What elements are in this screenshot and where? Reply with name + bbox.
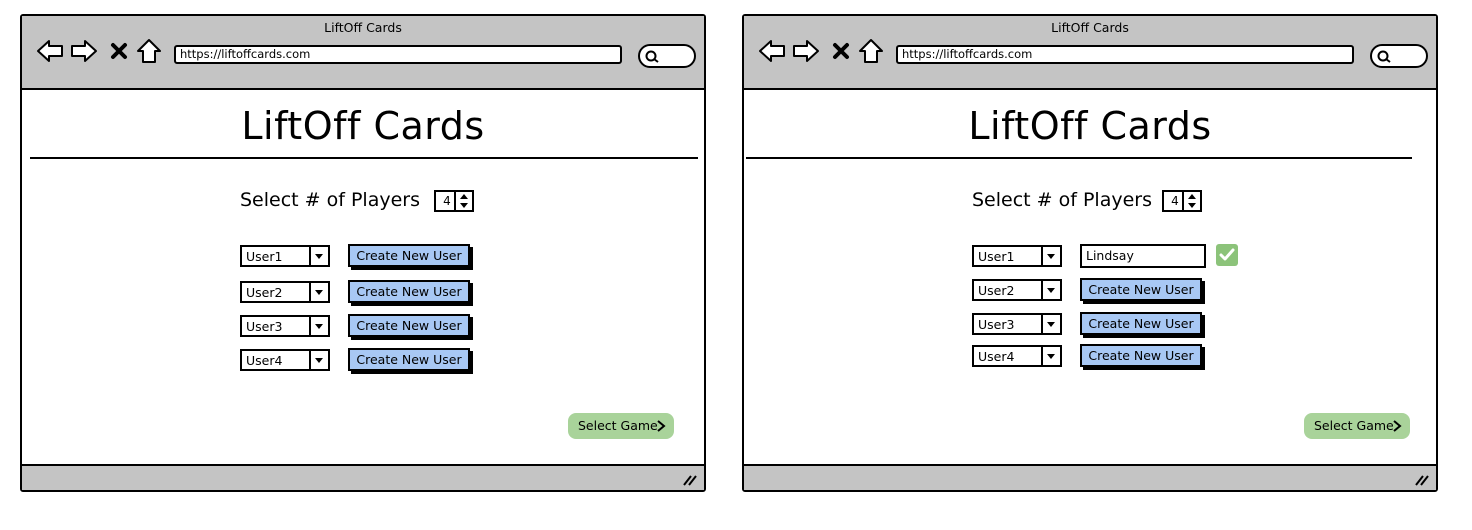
title-divider xyxy=(30,157,698,159)
address-bar[interactable]: https://liftoffcards.com xyxy=(174,45,622,64)
user-select-3[interactable]: User3 xyxy=(972,313,1062,335)
window-title: LiftOff Cards xyxy=(1051,20,1129,35)
home-icon[interactable] xyxy=(858,38,884,64)
user-select-1[interactable]: User1 xyxy=(972,245,1062,267)
address-bar[interactable]: https://liftoffcards.com xyxy=(896,45,1354,64)
user-select-value: User2 xyxy=(978,283,1015,298)
chevron-right-icon xyxy=(1393,420,1402,432)
back-arrow-icon[interactable] xyxy=(758,38,786,64)
dropdown-caret-icon xyxy=(1041,315,1060,333)
dropdown-caret-icon xyxy=(309,351,328,369)
user-select-value: User1 xyxy=(978,249,1015,264)
create-new-user-button-2[interactable]: Create New User xyxy=(1080,278,1202,301)
nav-buttons xyxy=(758,38,888,64)
chevron-right-icon xyxy=(657,420,666,432)
dropdown-caret-icon xyxy=(309,283,328,301)
search-icon xyxy=(645,50,659,63)
dropdown-caret-icon xyxy=(1041,347,1060,365)
select-game-button[interactable]: Select Game xyxy=(1304,413,1410,439)
status-bar xyxy=(22,464,704,490)
dropdown-caret-icon xyxy=(309,247,328,265)
players-label: Select # of Players xyxy=(240,189,420,211)
browser-toolbar: LiftOff Cards https://liftoffcards.com xyxy=(744,16,1436,90)
browser-window-right: LiftOff Cards https://liftoffcards.com L… xyxy=(742,14,1438,492)
new-user-name-input[interactable]: Lindsay xyxy=(1080,244,1206,268)
user-select-3[interactable]: User3 xyxy=(240,315,330,337)
user-select-4[interactable]: User4 xyxy=(240,349,330,371)
user-select-value: User2 xyxy=(246,285,283,300)
dropdown-caret-icon xyxy=(1041,281,1060,299)
forward-arrow-icon[interactable] xyxy=(70,38,98,64)
back-arrow-icon[interactable] xyxy=(36,38,64,64)
search-button[interactable] xyxy=(638,44,696,68)
dropdown-caret-icon xyxy=(309,317,328,335)
confirm-button[interactable] xyxy=(1216,244,1238,266)
user-select-value: User3 xyxy=(246,319,283,334)
select-game-label: Select Game xyxy=(1314,418,1394,433)
search-icon xyxy=(1377,50,1391,63)
resize-grip-icon[interactable] xyxy=(1414,473,1430,487)
user-select-value: User4 xyxy=(978,349,1015,364)
stop-icon[interactable] xyxy=(832,42,850,60)
create-new-user-button-3[interactable]: Create New User xyxy=(1080,312,1202,335)
user-select-2[interactable]: User2 xyxy=(972,279,1062,301)
up-down-icon xyxy=(460,194,468,208)
nav-buttons xyxy=(36,38,166,64)
create-new-user-button-4[interactable]: Create New User xyxy=(1080,344,1202,367)
up-down-icon xyxy=(1188,194,1196,208)
dropdown-caret-icon xyxy=(1041,247,1060,265)
stepper-arrows[interactable] xyxy=(1182,192,1200,210)
user-select-4[interactable]: User4 xyxy=(972,345,1062,367)
user-select-value: User3 xyxy=(978,317,1015,332)
browser-toolbar: LiftOff Cards https://liftoffcards.com xyxy=(22,16,704,90)
status-bar xyxy=(744,464,1436,490)
home-icon[interactable] xyxy=(136,38,162,64)
create-new-user-button-2[interactable]: Create New User xyxy=(348,280,470,303)
players-label: Select # of Players xyxy=(972,189,1152,211)
players-stepper[interactable]: 4 xyxy=(1162,190,1202,212)
user-select-1[interactable]: User1 xyxy=(240,245,330,267)
window-title: LiftOff Cards xyxy=(324,20,402,35)
create-new-user-button-4[interactable]: Create New User xyxy=(348,348,470,371)
title-divider xyxy=(746,157,1412,159)
search-button[interactable] xyxy=(1370,44,1428,68)
page-title: LiftOff Cards xyxy=(968,104,1212,148)
create-new-user-button-3[interactable]: Create New User xyxy=(348,314,470,337)
stepper-arrows[interactable] xyxy=(454,192,472,210)
select-game-label: Select Game xyxy=(578,418,658,433)
create-new-user-button-1[interactable]: Create New User xyxy=(348,244,470,267)
forward-arrow-icon[interactable] xyxy=(792,38,820,64)
user-select-2[interactable]: User2 xyxy=(240,281,330,303)
page-title: LiftOff Cards xyxy=(241,104,485,148)
select-game-button[interactable]: Select Game xyxy=(568,413,674,439)
browser-window-left: LiftOff Cards https://liftoffcards.com L… xyxy=(20,14,706,492)
user-select-value: User4 xyxy=(246,353,283,368)
stop-icon[interactable] xyxy=(110,42,128,60)
players-stepper[interactable]: 4 xyxy=(434,190,474,212)
resize-grip-icon[interactable] xyxy=(682,473,698,487)
user-select-value: User1 xyxy=(246,249,283,264)
checkmark-icon xyxy=(1219,248,1235,261)
